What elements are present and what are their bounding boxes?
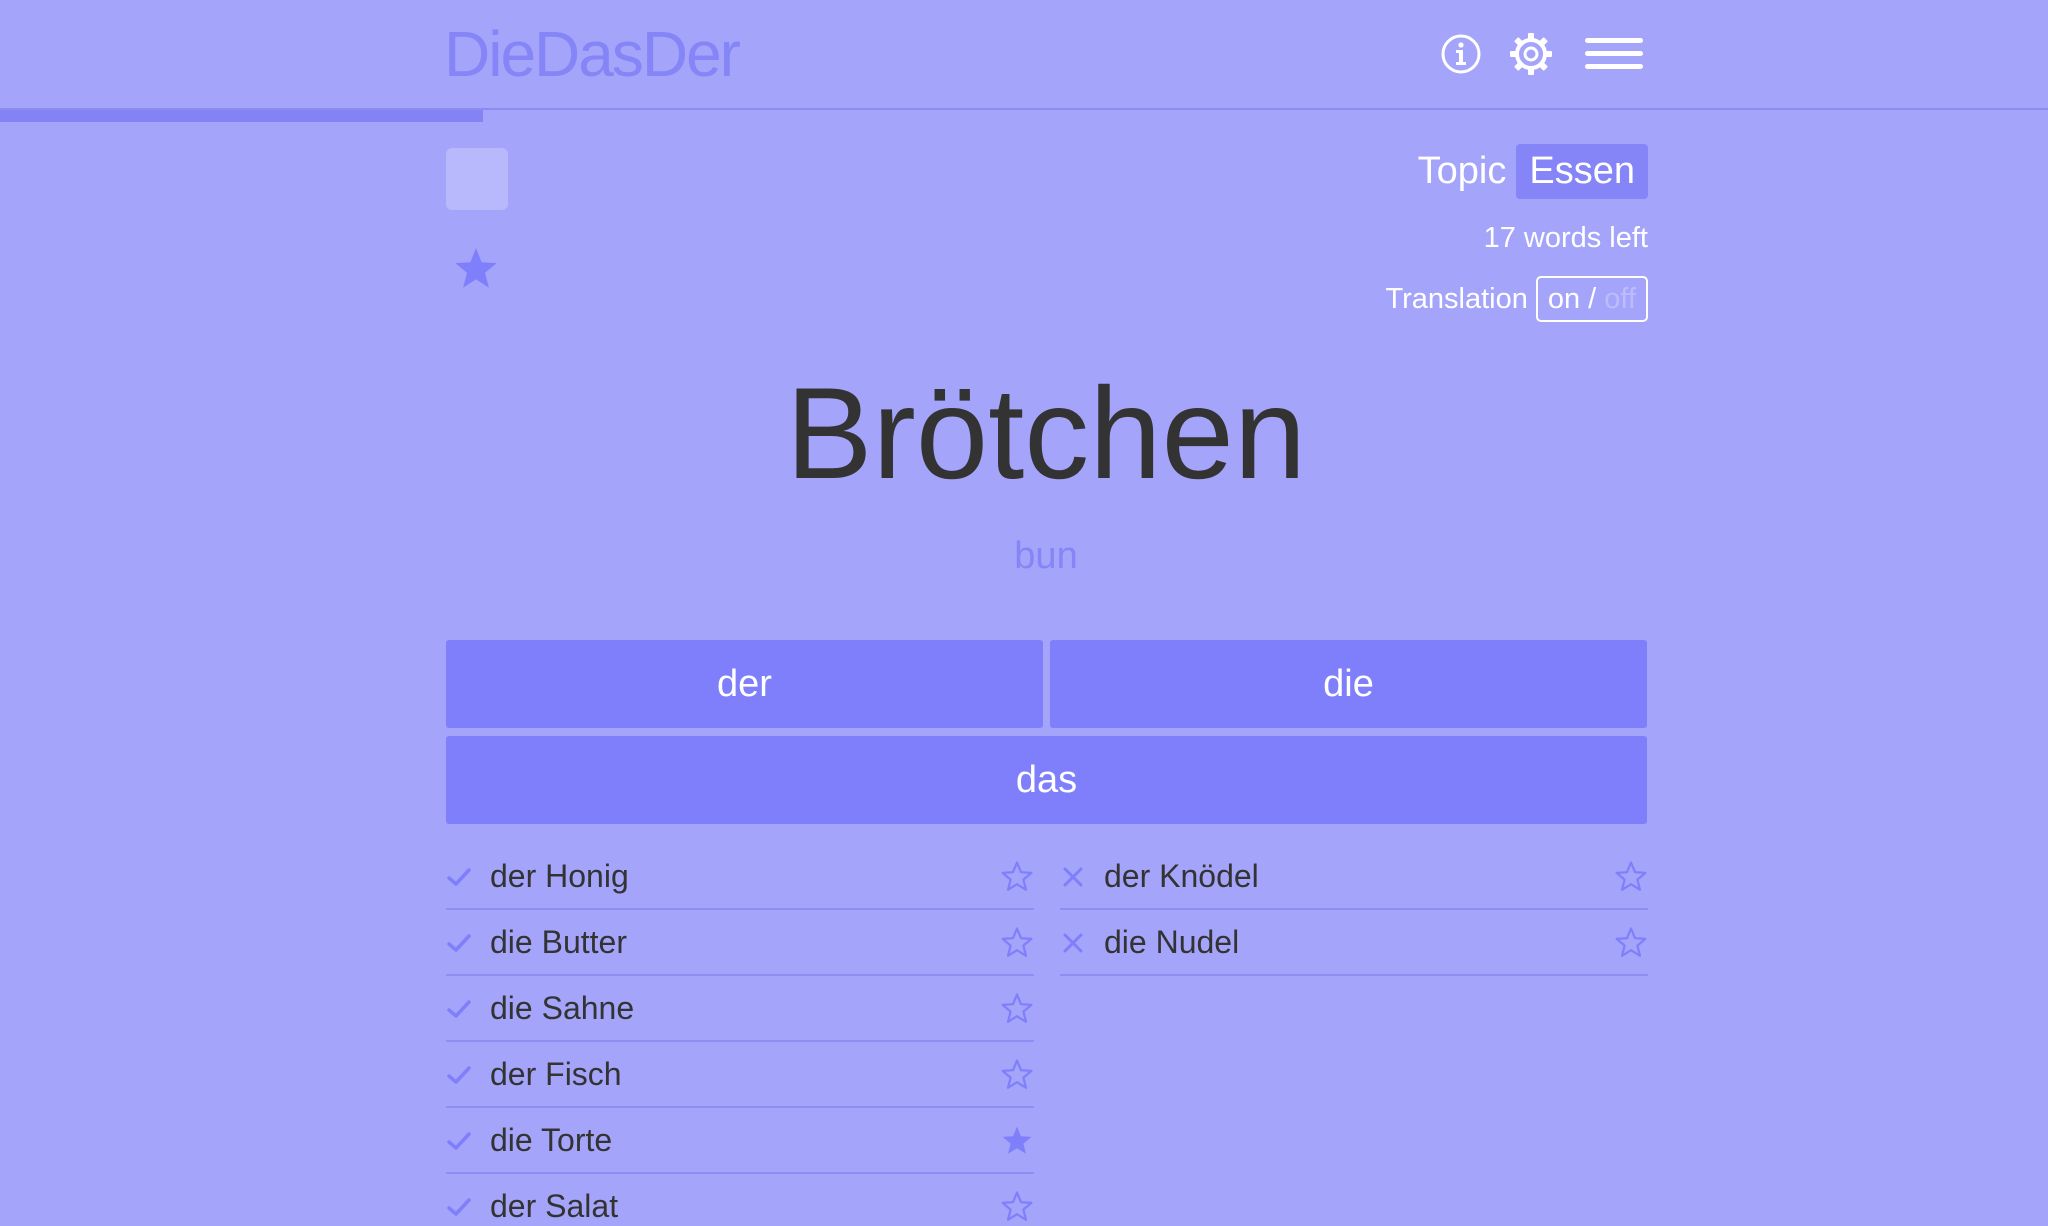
topic-value-button[interactable]: Essen [1516,143,1648,199]
translation-label: Translation [1385,282,1528,315]
check-icon [447,868,471,886]
history-word: die Butter [490,924,627,960]
history-row: der Fisch [446,1042,1034,1108]
cross-icon [1063,867,1083,887]
answer-die-button[interactable]: die [1050,640,1647,728]
history-word: der Honig [490,858,629,894]
word-translation: bun [1014,535,1078,577]
app-logo[interactable]: DieDasDer [444,16,741,92]
star-outline-icon[interactable] [1000,860,1034,894]
progress-fill [0,110,484,122]
check-icon [447,1198,471,1216]
history-row: der Salat [446,1174,1034,1226]
history-row: die Torte [446,1108,1034,1174]
translation-toggle[interactable]: on / off [1535,276,1648,322]
toggle-off-text: off [1604,283,1636,315]
topic-selector: Topic Essen [1418,141,1648,201]
history-word: die Nudel [1104,924,1240,960]
blank-square-button[interactable] [446,148,508,210]
star-outline-icon[interactable] [1614,926,1648,960]
star-outline-icon[interactable] [1000,1058,1034,1092]
history-row: die Nudel [1060,910,1648,976]
history-word: der Fisch [490,1056,622,1092]
star-outline-icon[interactable] [1000,1190,1034,1224]
history-row: der Knödel [1060,844,1648,910]
wrong-answers-list: der Knödel die Nudel [1060,844,1648,976]
header-bar: DieDasDer [0,0,2048,110]
answer-der-button[interactable]: der [446,640,1043,728]
words-left-counter: 17 words left [1483,222,1648,254]
topic-label: Topic [1417,149,1507,192]
answer-das-button[interactable]: das [446,736,1647,824]
hamburger-menu-icon[interactable] [1584,32,1644,76]
favorite-star-icon[interactable] [452,245,500,293]
progress-bar [0,110,2048,122]
toggle-on-text: on / [1547,283,1597,315]
history-row: die Butter [446,910,1034,976]
check-icon [447,1066,471,1084]
correct-answers-list: der Honig die Butter die Sahne der Fisch die… [446,844,1034,1226]
history-word: der Knödel [1104,858,1259,894]
star-filled-icon[interactable] [1000,1124,1034,1158]
app-root: DieDasDer Topic Essen 17 words left Tran… [0,0,2048,1226]
current-word: Brötchen [785,360,1307,506]
star-outline-icon[interactable] [1000,926,1034,960]
star-outline-icon[interactable] [1614,860,1648,894]
history-word: die Torte [490,1122,613,1158]
info-icon[interactable] [1439,32,1483,76]
gear-icon[interactable] [1509,32,1553,76]
cross-icon [1063,933,1083,953]
check-icon [447,1000,471,1018]
history-row: der Honig [446,844,1034,910]
history-word: die Sahne [490,990,635,1026]
translation-setting: Translation on / off [1385,276,1648,322]
check-icon [447,1132,471,1150]
history-word: der Salat [490,1188,619,1224]
star-outline-icon[interactable] [1000,992,1034,1026]
check-icon [447,934,471,952]
history-row: die Sahne [446,976,1034,1042]
